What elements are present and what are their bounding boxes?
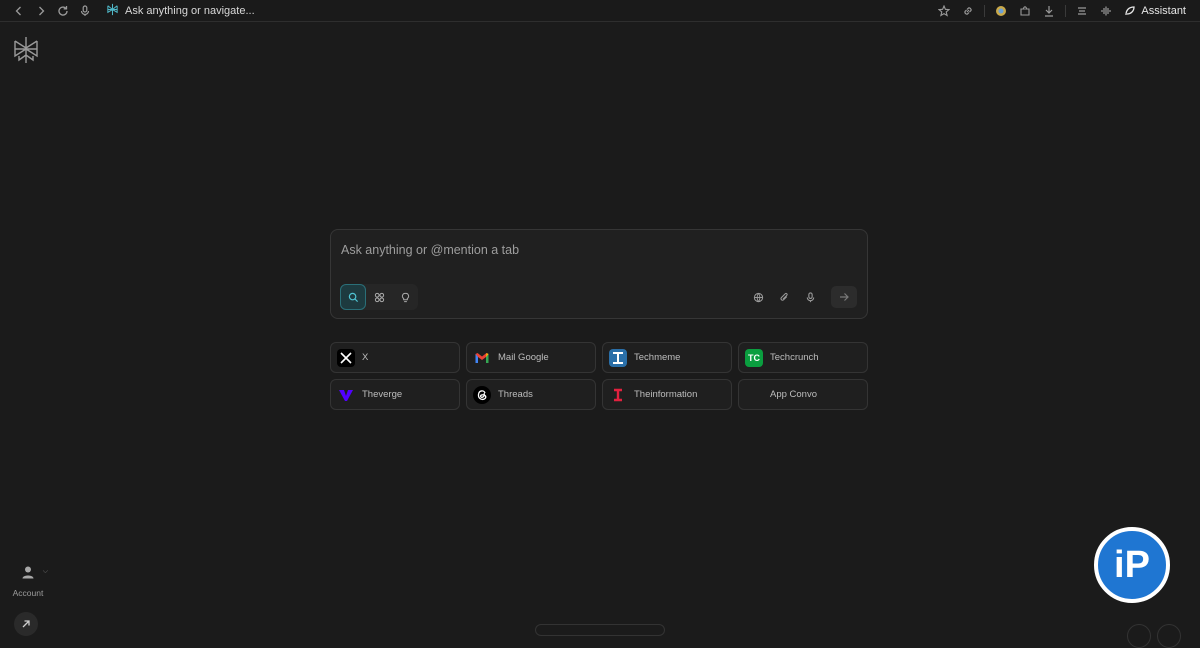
- menu-button[interactable]: [1070, 0, 1094, 22]
- attach-button[interactable]: [773, 284, 795, 310]
- microphone-icon: [806, 291, 814, 302]
- shortcut-threads[interactable]: Threads: [466, 379, 596, 410]
- extension-avatar-icon: [996, 5, 1007, 16]
- shortcut-app-convo[interactable]: App Convo: [738, 379, 868, 410]
- labs-mode-button[interactable]: [392, 284, 418, 310]
- back-button[interactable]: [8, 0, 30, 22]
- shortcut-label: Theinformation: [634, 389, 698, 400]
- lightbulb-icon: [401, 292, 409, 302]
- verge-icon: [337, 386, 355, 404]
- bottom-circle-button[interactable]: [1157, 624, 1181, 648]
- waveform-icon: [1101, 6, 1111, 15]
- shortcut-label: Techcrunch: [770, 352, 819, 363]
- puzzle-icon: [1020, 5, 1030, 16]
- downloads-button[interactable]: [1037, 0, 1061, 22]
- shortcut-x[interactable]: X: [330, 342, 460, 373]
- shortcut-techcrunch[interactable]: TC Techcrunch: [738, 342, 868, 373]
- shortcut-gmail[interactable]: Mail Google: [466, 342, 596, 373]
- menu-lines-icon: [1078, 6, 1087, 15]
- assistant-button[interactable]: Assistant: [1124, 5, 1186, 17]
- forward-button[interactable]: [30, 0, 52, 22]
- search-icon: [348, 292, 358, 302]
- bottom-bar-pill[interactable]: [535, 624, 665, 636]
- arrow-right-icon: [840, 293, 849, 301]
- download-icon: [1045, 5, 1054, 17]
- shortcut-label: App Convo: [770, 389, 818, 400]
- threads-icon: [473, 385, 491, 404]
- submit-button[interactable]: [831, 286, 857, 308]
- voice-button[interactable]: [74, 0, 96, 22]
- link-icon: [964, 6, 972, 15]
- address-bar[interactable]: Ask anything or navigate...: [106, 3, 255, 19]
- shortcut-label: Theverge: [362, 389, 403, 400]
- arrow-up-right-icon: [22, 620, 30, 628]
- sources-button[interactable]: [747, 284, 769, 310]
- extensions-button[interactable]: [1013, 0, 1037, 22]
- expand-sidebar-button[interactable]: [14, 612, 38, 636]
- techmeme-icon: [609, 348, 627, 367]
- chevron-right-icon: [39, 6, 45, 15]
- watermark-text: iP: [1114, 543, 1150, 586]
- composer-tools: [747, 284, 857, 310]
- shortcut-techmeme[interactable]: Techmeme: [602, 342, 732, 373]
- chevron-down-icon: ⌵: [42, 568, 48, 575]
- x-icon: [337, 348, 355, 367]
- blank-favicon: [745, 386, 763, 404]
- star-icon: [938, 4, 951, 17]
- chevron-left-icon: [15, 6, 21, 15]
- shortcut-label: X: [362, 352, 369, 363]
- assistant-label: Assistant: [1141, 4, 1186, 17]
- gmail-icon: [473, 349, 491, 367]
- perplexity-logo[interactable]: [13, 36, 39, 64]
- shortcut-label: Threads: [498, 389, 533, 400]
- profile-extension-button[interactable]: [989, 0, 1013, 22]
- mode-switcher: [340, 284, 418, 310]
- assistant-icon: [1125, 5, 1136, 15]
- shortcut-theinformation[interactable]: Theinformation: [602, 379, 732, 410]
- dictation-button[interactable]: [799, 284, 821, 310]
- shortcut-label: Mail Google: [498, 352, 549, 363]
- search-mode-button[interactable]: [340, 284, 366, 310]
- research-icon: [374, 292, 384, 302]
- reload-icon: [58, 5, 68, 16]
- search-input[interactable]: [341, 240, 841, 260]
- account-button[interactable]: ⌵ Account: [8, 560, 48, 598]
- address-text: Ask anything or navigate...: [125, 4, 255, 17]
- watermark-logo: iP: [1094, 527, 1170, 603]
- toolbar-divider: [984, 4, 986, 17]
- theinformation-icon: [609, 386, 627, 404]
- bottom-circle-button[interactable]: [1127, 624, 1151, 648]
- shortcut-grid: X Mail Google Techmeme TC Techcrunch The…: [330, 342, 868, 410]
- toolbar-divider: [1065, 4, 1067, 17]
- perplexity-logo-icon: [14, 37, 38, 63]
- globe-icon: [753, 292, 763, 302]
- shortcut-label: Techmeme: [634, 352, 681, 363]
- composer: [330, 229, 868, 319]
- account-label: Account: [12, 588, 44, 598]
- user-icon: [22, 566, 34, 579]
- avatar: ⌵: [16, 560, 48, 584]
- bookmark-button[interactable]: [932, 0, 956, 22]
- paperclip-icon: [780, 292, 788, 301]
- reload-button[interactable]: [52, 0, 74, 22]
- browser-toolbar: Ask anything or navigate... Assistant: [0, 0, 1200, 22]
- microphone-icon: [80, 4, 90, 16]
- research-mode-button[interactable]: [366, 284, 392, 310]
- perplexity-logo-icon: [106, 3, 119, 19]
- shortcut-theverge[interactable]: Theverge: [330, 379, 460, 410]
- copy-link-button[interactable]: [956, 0, 980, 22]
- audio-button[interactable]: [1094, 0, 1118, 22]
- techcrunch-icon: TC: [745, 348, 763, 367]
